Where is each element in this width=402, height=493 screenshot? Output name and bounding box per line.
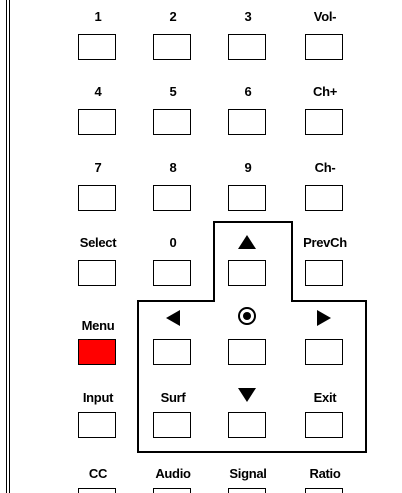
select-label: Select bbox=[79, 235, 117, 250]
input-button[interactable] bbox=[78, 412, 116, 438]
prevch-label: PrevCh bbox=[303, 235, 347, 250]
signal-button[interactable] bbox=[228, 488, 266, 493]
cc-label: CC bbox=[88, 466, 108, 481]
key-9-button[interactable] bbox=[228, 185, 266, 211]
menu-button[interactable] bbox=[78, 339, 116, 365]
ch-plus-label: Ch+ bbox=[312, 84, 338, 99]
key-6-label: 6 bbox=[244, 84, 252, 99]
left-arrow-icon bbox=[166, 310, 180, 326]
cc-button[interactable] bbox=[78, 488, 116, 493]
key-3-label: 3 bbox=[244, 9, 252, 24]
ratio-button[interactable] bbox=[305, 488, 343, 493]
select-button[interactable] bbox=[78, 260, 116, 286]
key-6-button[interactable] bbox=[228, 109, 266, 135]
key-1-label: 1 bbox=[94, 9, 102, 24]
key-7-label: 7 bbox=[94, 160, 102, 175]
ch-minus-label: Ch- bbox=[314, 160, 336, 175]
ratio-label: Ratio bbox=[309, 466, 341, 481]
key-4-label: 4 bbox=[94, 84, 102, 99]
down-button[interactable] bbox=[228, 412, 266, 438]
signal-label: Signal bbox=[229, 466, 267, 481]
surf-label: Surf bbox=[160, 390, 186, 405]
remote-keypad: 1 2 3 Vol- 4 5 6 Ch+ 7 8 9 Ch- Select 0 … bbox=[0, 0, 402, 493]
key-5-button[interactable] bbox=[153, 109, 191, 135]
prevch-button[interactable] bbox=[305, 260, 343, 286]
key-1-button[interactable] bbox=[78, 34, 116, 60]
key-3-button[interactable] bbox=[228, 34, 266, 60]
key-0-label: 0 bbox=[169, 235, 177, 250]
key-8-label: 8 bbox=[169, 160, 177, 175]
key-8-button[interactable] bbox=[153, 185, 191, 211]
ok-dot-icon bbox=[243, 312, 251, 320]
down-arrow-icon bbox=[238, 388, 256, 402]
vol-minus-label: Vol- bbox=[313, 9, 337, 24]
input-label: Input bbox=[82, 390, 114, 405]
key-7-button[interactable] bbox=[78, 185, 116, 211]
left-edge-line-inner bbox=[9, 0, 10, 493]
ok-circle-icon bbox=[238, 307, 256, 325]
left-edge-line bbox=[6, 0, 7, 493]
right-button[interactable] bbox=[305, 339, 343, 365]
ch-minus-button[interactable] bbox=[305, 185, 343, 211]
exit-button[interactable] bbox=[305, 412, 343, 438]
right-arrow-icon bbox=[317, 310, 331, 326]
key-4-button[interactable] bbox=[78, 109, 116, 135]
key-5-label: 5 bbox=[169, 84, 177, 99]
key-2-label: 2 bbox=[169, 9, 177, 24]
surf-button[interactable] bbox=[153, 412, 191, 438]
menu-label: Menu bbox=[81, 318, 115, 333]
key-0-button[interactable] bbox=[153, 260, 191, 286]
up-arrow-icon bbox=[238, 235, 256, 249]
key-2-button[interactable] bbox=[153, 34, 191, 60]
ch-plus-button[interactable] bbox=[305, 109, 343, 135]
audio-button[interactable] bbox=[153, 488, 191, 493]
audio-label: Audio bbox=[155, 466, 191, 481]
up-button[interactable] bbox=[228, 260, 266, 286]
ok-button[interactable] bbox=[228, 339, 266, 365]
exit-label: Exit bbox=[313, 390, 337, 405]
left-button[interactable] bbox=[153, 339, 191, 365]
vol-minus-button[interactable] bbox=[305, 34, 343, 60]
key-9-label: 9 bbox=[244, 160, 252, 175]
